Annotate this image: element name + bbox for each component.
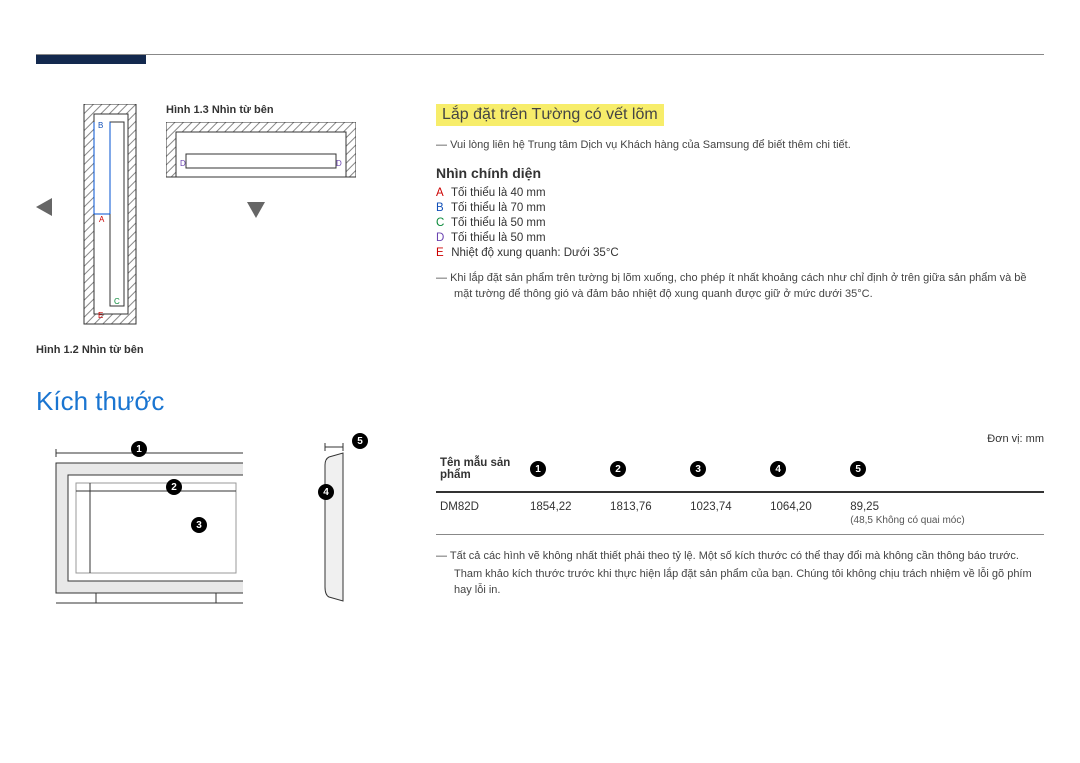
cell-5a: 89,25: [850, 501, 879, 513]
dimensions-heading: Kích thước: [36, 386, 396, 417]
th-model: Tên mẫu sản phẩm: [436, 451, 526, 492]
spec-e-text: Nhiệt độ xung quanh: Dưới 35°C: [451, 247, 619, 259]
svg-text:E: E: [98, 311, 103, 320]
cell-2: 1813,76: [606, 492, 686, 535]
dim-marker-2: 2: [166, 479, 182, 495]
dim-footnotes: Tất cả các hình vẽ không nhất thiết phải…: [436, 549, 1044, 598]
figure-13-top: Hình 1.3 Nhìn từ bên D D: [166, 104, 346, 218]
section-title-indent: Lắp đặt trên Tường có vết lõm: [436, 104, 664, 126]
th-4: 4: [766, 451, 846, 492]
cell-5b: (48,5 Không có quai móc): [850, 515, 1040, 526]
th-2: 2: [606, 451, 686, 492]
dim-front-svg: [36, 439, 243, 619]
spec-c: C Tối thiểu là 50 mm: [436, 217, 1044, 229]
svg-text:C: C: [114, 297, 120, 306]
dimensions-table: Tên mẫu sản phẩm 1 2 3 4 5 DM82D 1854,22: [436, 451, 1044, 535]
unit-label: Đơn vị: mm: [436, 433, 1044, 445]
section-note-1: Vui lòng liên hệ Trung tâm Dịch vụ Khách…: [436, 138, 1044, 153]
dim-table-block: Đơn vị: mm Tên mẫu sản phẩm 1 2 3 4 5: [436, 433, 1044, 598]
th-1: 1: [526, 451, 606, 492]
dim-marker-3: 3: [191, 517, 207, 533]
figure-row-top: B A C E Hình 1.3 Nhìn từ bên D D: [76, 104, 396, 334]
spec-a: A Tối thiểu là 40 mm: [436, 187, 1044, 199]
arrow-down-icon: [247, 202, 265, 218]
spec-b: B Tối thiểu là 70 mm: [436, 202, 1044, 214]
right-column: Lắp đặt trên Tường có vết lõm Vui lòng l…: [436, 104, 1044, 619]
svg-text:B: B: [98, 121, 103, 130]
th-5: 5: [846, 451, 1044, 492]
dim-foot2: Tham khảo kích thước trước khi thực hiện…: [436, 567, 1044, 599]
dim-marker-1: 1: [131, 441, 147, 457]
dim-side-svg: [299, 439, 368, 619]
spec-a-text: Tối thiểu là 40 mm: [451, 187, 546, 199]
spec-e: E Nhiệt độ xung quanh: Dưới 35°C: [436, 247, 1044, 259]
cell-model: DM82D: [436, 492, 526, 535]
spec-b-text: Tối thiểu là 70 mm: [451, 202, 546, 214]
dim-marker-4: 4: [318, 484, 334, 500]
spec-d-text: Tối thiểu là 50 mm: [451, 232, 546, 244]
cell-4: 1064,20: [766, 492, 846, 535]
cell-1: 1854,22: [526, 492, 606, 535]
dim-marker-5: 5: [352, 433, 368, 449]
th-3: 3: [686, 451, 766, 492]
svg-text:D: D: [336, 159, 342, 168]
spec-d: D Tối thiểu là 50 mm: [436, 232, 1044, 244]
fig13-svg: D D: [166, 122, 356, 194]
left-column: B A C E Hình 1.3 Nhìn từ bên D D H: [36, 104, 396, 619]
cell-5: 89,25 (48,5 Không có quai móc): [846, 492, 1044, 535]
page-top-rule: [36, 54, 1044, 55]
fig12-caption: Hình 1.2 Nhìn từ bên: [36, 344, 396, 356]
cell-3: 1023,74: [686, 492, 766, 535]
table-row: DM82D 1854,22 1813,76 1023,74 1064,20 89…: [436, 492, 1044, 535]
dimension-figures: 1 2 3 4 5: [36, 439, 396, 619]
page-content: B A C E Hình 1.3 Nhìn từ bên D D H: [36, 104, 1044, 619]
page-top-accent: [36, 55, 146, 64]
figure-12-side: B A C E: [76, 104, 146, 334]
section-note-2: Khi lắp đặt sản phẩm trên tường bị lõm x…: [436, 271, 1044, 303]
svg-text:D: D: [180, 159, 186, 168]
fig13-caption: Hình 1.3 Nhìn từ bên: [166, 104, 346, 116]
spec-c-text: Tối thiểu là 50 mm: [451, 217, 546, 229]
front-view-subhead: Nhìn chính diện: [436, 165, 1044, 181]
svg-text:A: A: [99, 215, 105, 224]
arrow-left-icon: [36, 198, 52, 216]
dim-foot1: Tất cả các hình vẽ không nhất thiết phải…: [436, 549, 1044, 564]
fig12-svg: B A C E: [76, 104, 146, 334]
